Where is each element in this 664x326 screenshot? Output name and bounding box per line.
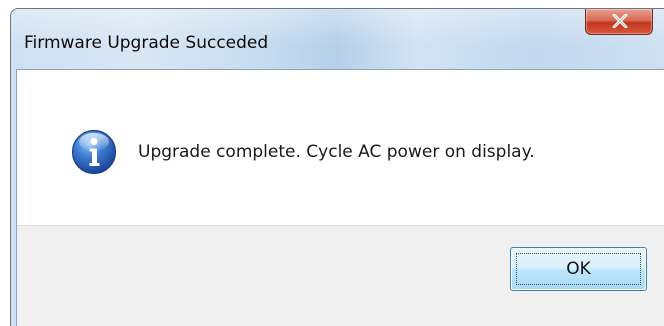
dialog-window: Firmware Upgrade Succeded Upgrade comple… (10, 8, 664, 326)
message-area: Upgrade complete. Cycle AC power on disp… (17, 70, 664, 225)
ok-button[interactable]: OK (510, 247, 647, 291)
ok-button-label: OK (566, 259, 591, 279)
close-x-icon (612, 14, 628, 28)
window-title: Firmware Upgrade Succeded (24, 33, 269, 53)
info-icon (71, 129, 117, 175)
button-area: OK (17, 225, 664, 326)
dialog-message: Upgrade complete. Cycle AC power on disp… (138, 142, 535, 162)
dialog-content: Upgrade complete. Cycle AC power on disp… (16, 69, 664, 326)
close-button[interactable] (585, 9, 653, 35)
title-bar[interactable]: Firmware Upgrade Succeded (11, 9, 664, 69)
